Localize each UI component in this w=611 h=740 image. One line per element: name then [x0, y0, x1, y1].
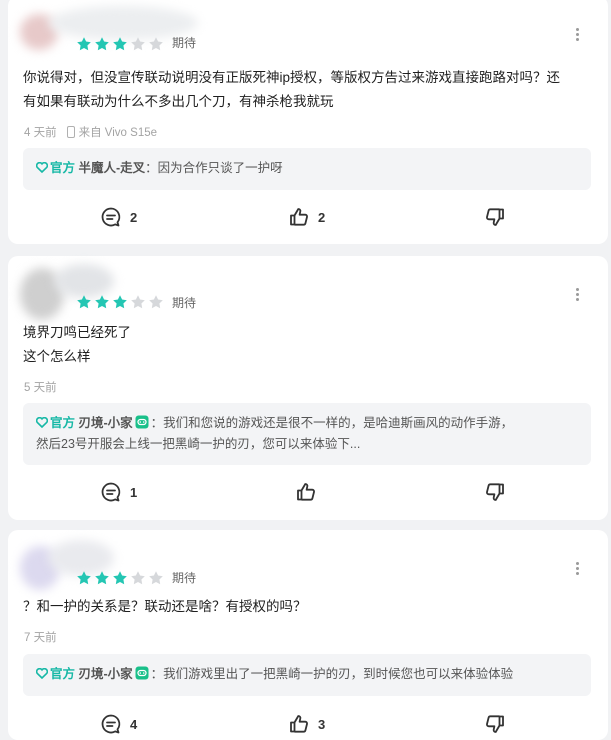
like-button[interactable]	[295, 481, 325, 503]
review-device: 来自 Vivo S15e	[78, 127, 158, 139]
heart-icon	[36, 668, 48, 679]
thumbs-down-icon	[486, 715, 504, 733]
review-card: 期待 境界刀鸣已经死了 这个怎么样 5 天前 官方 刃境-小家 ：我们和您说的游戏…	[8, 256, 608, 520]
reply-author[interactable]: 半魔人-走叉	[79, 161, 146, 175]
star-empty-icon	[149, 571, 163, 585]
review-text: 境界刀鸣已经死了 这个怎么样	[23, 325, 131, 364]
review-actions: 1	[8, 481, 608, 505]
more-options-icon[interactable]	[574, 286, 580, 304]
rating-stars	[76, 294, 164, 310]
star-empty-icon	[131, 295, 145, 309]
dislike-button[interactable]	[484, 206, 514, 228]
review-text: 你说得对，但没宣传联动说明没有正版死神ip授权，等版权方告过来游戏直接跑路对吗？…	[23, 70, 561, 109]
like-count: 2	[318, 209, 326, 225]
thumbs-up-icon	[297, 483, 315, 501]
heart-icon	[36, 417, 48, 428]
rating-stars	[76, 570, 164, 586]
rating-stars	[76, 36, 164, 52]
heart-icon	[36, 162, 48, 173]
comment-button[interactable]: 1	[100, 481, 137, 503]
reply-text: ：我们游戏里出了一把黑崎一护的刃，到时候您也可以来体验体验	[150, 667, 514, 681]
thumbs-up-icon	[290, 208, 308, 226]
review-meta: 4 天前 来自 Vivo S15e	[24, 124, 157, 140]
official-reply[interactable]: 官方 刃境-小家 ：我们和您说的游戏还是很不一样的，是哈迪斯画风的动作手游， 然后2…	[23, 403, 591, 465]
rating-tag: 期待	[172, 36, 197, 50]
review-card: 期待 ？和一护的关系是？联动还是啥？有授权的吗？ 7 天前 官方 刃境-小家 ：我…	[8, 530, 608, 740]
thumbs-down-icon	[486, 483, 504, 501]
reply-text: ：因为合作只谈了一护呀	[145, 161, 283, 175]
star-filled-icon	[95, 295, 109, 309]
comment-button[interactable]: 4	[100, 713, 137, 735]
comment-button[interactable]: 2	[100, 206, 137, 228]
star-filled-icon	[95, 571, 109, 585]
star-empty-icon	[131, 571, 145, 585]
reply-author[interactable]: 刃境-小家	[79, 416, 133, 430]
reply-text: ：我们和您说的游戏还是很不一样的，是哈迪斯画风的动作手游，	[150, 416, 514, 430]
dislike-button[interactable]	[484, 713, 514, 735]
official-reply[interactable]: 官方 半魔人-走叉：因为合作只谈了一护呀	[23, 148, 591, 190]
review-actions: 2 2	[8, 206, 608, 230]
star-filled-icon	[77, 295, 91, 309]
thumbs-down-icon	[486, 208, 504, 226]
like-button[interactable]: 3	[288, 713, 325, 735]
star-filled-icon	[113, 37, 127, 51]
phone-icon	[66, 126, 75, 138]
game-developer-icon	[135, 666, 149, 680]
official-label: 官方	[50, 667, 76, 681]
comment-count: 2	[130, 209, 138, 225]
review-time: 7 天前	[24, 632, 57, 644]
official-label: 官方	[50, 161, 76, 175]
game-developer-icon	[135, 415, 149, 429]
comment-count: 4	[130, 716, 138, 732]
comment-count: 1	[130, 484, 138, 500]
thumbs-up-icon	[290, 715, 308, 733]
official-label: 官方	[50, 416, 76, 430]
more-options-icon[interactable]	[574, 26, 580, 44]
review-time: 5 天前	[24, 382, 57, 394]
comment-icon	[101, 207, 121, 227]
review-card: 期待 你说得对，但没宣传联动说明没有正版死神ip授权，等版权方告过来游戏直接跑路…	[8, 0, 608, 244]
star-filled-icon	[77, 37, 91, 51]
dislike-button[interactable]	[484, 481, 514, 503]
review-meta: 5 天前	[24, 379, 57, 395]
like-count: 3	[318, 716, 326, 732]
star-filled-icon	[113, 571, 127, 585]
comment-icon	[101, 714, 121, 734]
rating-tag: 期待	[172, 296, 197, 310]
review-time: 4 天前	[24, 127, 57, 139]
review-text: ？和一护的关系是？联动还是啥？有授权的吗？	[23, 599, 307, 614]
rating-tag: 期待	[172, 571, 197, 585]
review-meta: 7 天前	[24, 629, 57, 645]
reply-text-continued: 然后23号开服会上线一把黑崎一护的刃，您可以来体验下...	[36, 437, 361, 451]
review-actions: 4 3	[8, 713, 608, 737]
star-filled-icon	[113, 295, 127, 309]
comment-icon	[101, 482, 121, 502]
star-empty-icon	[149, 295, 163, 309]
star-filled-icon	[95, 37, 109, 51]
star-empty-icon	[149, 37, 163, 51]
star-filled-icon	[77, 571, 91, 585]
star-empty-icon	[131, 37, 145, 51]
more-options-icon[interactable]	[574, 560, 580, 578]
reply-author[interactable]: 刃境-小家	[79, 667, 133, 681]
like-button[interactable]: 2	[288, 206, 325, 228]
official-reply[interactable]: 官方 刃境-小家 ：我们游戏里出了一把黑崎一护的刃，到时候您也可以来体验体验	[23, 654, 591, 696]
